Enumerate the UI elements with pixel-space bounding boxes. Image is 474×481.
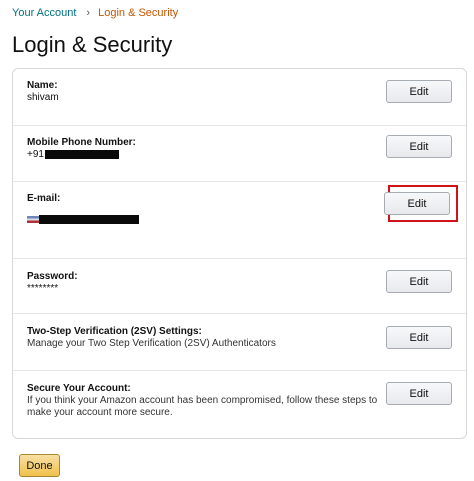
login-security-page: Your Account › Login & Security Login & … — [0, 0, 474, 481]
edit-password-button[interactable]: Edit — [386, 270, 452, 293]
done-button[interactable]: Done — [19, 454, 60, 477]
breadcrumb-your-account-link[interactable]: Your Account — [12, 6, 76, 20]
edit-name-button[interactable]: Edit — [386, 80, 452, 103]
row-mobile-phone: Mobile Phone Number: +91 Edit — [13, 126, 466, 182]
edit-mobile-phone-button[interactable]: Edit — [386, 135, 452, 158]
password-label: Password: — [27, 271, 78, 282]
mobile-phone-label: Mobile Phone Number: — [27, 137, 136, 148]
row-secure-account: Secure Your Account: If you think your A… — [13, 371, 466, 439]
row-name: Name: shivam Edit — [13, 69, 466, 126]
row-email: E-mail: Edit — [13, 182, 466, 259]
email-label: E-mail: — [27, 193, 61, 204]
two-step-verification-description: Manage your Two Step Verification (2SV) … — [27, 338, 276, 349]
name-value: shivam — [27, 92, 59, 103]
edit-two-step-verification-button[interactable]: Edit — [386, 326, 452, 349]
breadcrumb: Your Account › Login & Security — [12, 6, 178, 20]
edit-email-button[interactable]: Edit — [384, 192, 450, 215]
redacted-phone-number — [44, 149, 119, 159]
row-password: Password: ******** Edit — [13, 259, 466, 314]
redacted-email — [27, 215, 139, 224]
name-label: Name: — [27, 80, 58, 91]
mobile-phone-value: +91 — [27, 149, 387, 161]
account-settings-card: Name: shivam Edit Mobile Phone Number: +… — [12, 68, 467, 439]
page-title: Login & Security — [12, 32, 173, 57]
breadcrumb-separator: › — [86, 7, 91, 19]
secure-account-description: If you think your Amazon account has bee… — [27, 395, 378, 418]
breadcrumb-current: Login & Security — [98, 7, 179, 19]
password-value: ******** — [27, 283, 59, 294]
row-two-step-verification: Two-Step Verification (2SV) Settings: Ma… — [13, 314, 466, 371]
two-step-verification-label: Two-Step Verification (2SV) Settings: — [27, 326, 202, 337]
edit-secure-account-button[interactable]: Edit — [386, 382, 452, 405]
secure-account-label: Secure Your Account: — [27, 383, 131, 394]
